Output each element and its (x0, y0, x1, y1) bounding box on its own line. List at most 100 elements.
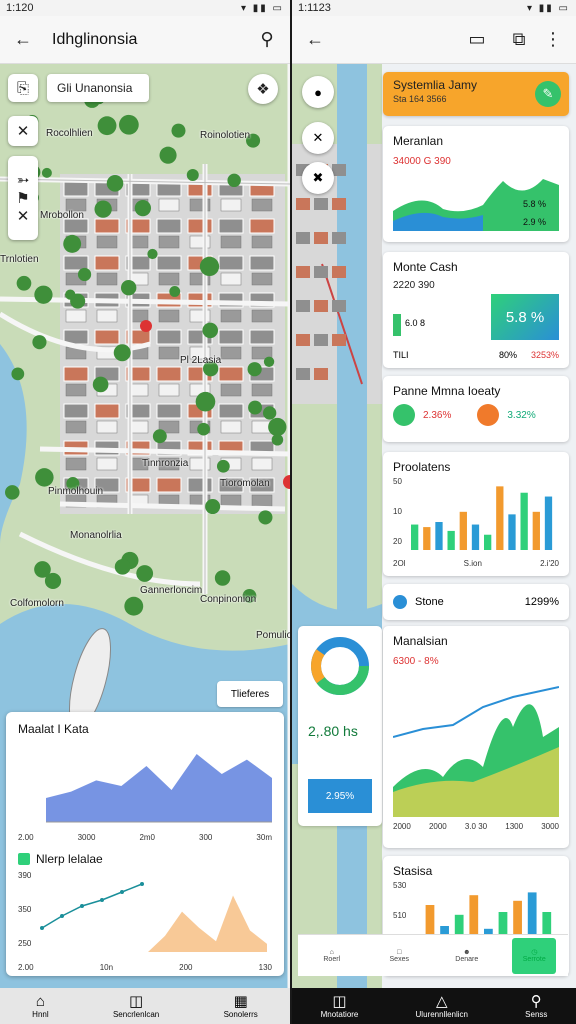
tree (63, 234, 82, 253)
card-proolatens: Proolatens 50 10 20 2Ol S.ion 2.i'20 (383, 452, 569, 576)
building (94, 329, 120, 345)
tab-home[interactable]: ⌂ Roerl (310, 938, 354, 974)
nav-home[interactable]: ⌂ Hnnl (32, 993, 48, 1019)
location-pin-icon[interactable]: ● (302, 76, 334, 108)
edit-icon[interactable]: ✎ (535, 81, 561, 107)
clock-icon: ◷ (531, 949, 538, 956)
tree (205, 498, 221, 515)
tab-serrote[interactable]: ◷ Serrote (512, 937, 557, 974)
back-arrow-icon[interactable]: ← (10, 27, 36, 53)
tree (35, 468, 54, 487)
building (314, 368, 328, 380)
bar (435, 522, 443, 550)
more-icon[interactable]: ⋮ (540, 27, 566, 53)
nav-3[interactable]: ⚲ Senss (525, 993, 547, 1019)
building (63, 218, 89, 234)
tick-label: 130 (258, 963, 272, 972)
building (96, 457, 118, 471)
building (296, 334, 310, 346)
building (187, 218, 213, 234)
building (96, 420, 118, 434)
building (94, 218, 120, 234)
monitor-icon: ◫ (332, 992, 347, 1010)
y-tick: 10 (393, 507, 402, 516)
tick-label: 3000 (77, 833, 96, 842)
share-icon[interactable]: ⧉ (506, 27, 532, 53)
pin-icon[interactable]: ⚑ (16, 189, 29, 207)
building (158, 235, 180, 249)
promo-banner[interactable]: Systemlia Jamy Sta 164 3566 ✎ (383, 72, 569, 116)
tree (199, 256, 220, 277)
tick-label: 2000 (393, 822, 411, 831)
measure-icon[interactable]: ✕ (302, 122, 334, 154)
building (65, 383, 87, 397)
y-tick: 530 (393, 881, 407, 890)
building (218, 366, 244, 382)
square-icon: □ (397, 948, 402, 956)
layers-icon[interactable]: ⎘ (8, 74, 38, 102)
tick-label: 200 (179, 963, 193, 972)
measure-icon[interactable]: ✕ (8, 116, 38, 146)
tab-denare[interactable]: ☻ Denare (445, 938, 489, 974)
building (251, 198, 273, 212)
building (296, 198, 310, 210)
card-stone[interactable]: Stone 1299% (383, 584, 569, 620)
tree (216, 459, 230, 473)
compass-icon[interactable]: ❖ (248, 74, 278, 104)
building (65, 309, 87, 323)
app-bar: ← ▭ ⧉ ⋮ (292, 16, 576, 64)
cross-icon[interactable]: ✕ (17, 207, 30, 225)
tree (92, 376, 109, 393)
tick-label: 2.00 (18, 833, 34, 842)
tree (258, 510, 273, 525)
flask-icon: △ (436, 992, 448, 1010)
nav-settings[interactable]: ▦ Sonolerrs (224, 993, 258, 1019)
building (220, 272, 242, 286)
big-stat: 5.8 % (491, 294, 559, 340)
bar (459, 511, 467, 550)
tree (11, 367, 25, 381)
status-bar: 1:1123 ▾ ▮▮ ▭ (292, 0, 576, 16)
tree (136, 565, 154, 582)
mini-map[interactable] (292, 64, 382, 988)
route-tools[interactable]: ➳ ⚑ ✕ (8, 156, 38, 240)
chart6-xticks: 2000 2000 3.0 30 1300 3000 (393, 822, 559, 831)
bar (544, 496, 553, 550)
tree (120, 279, 137, 296)
map-label: Roinolotien (200, 130, 251, 141)
tree (248, 400, 263, 415)
nav-1[interactable]: ◫ Mnotatiore (321, 992, 359, 1019)
building (158, 309, 180, 323)
nav-2[interactable]: △ Ulurennllenlicn (416, 992, 468, 1019)
building (296, 266, 310, 278)
map-legend-button[interactable]: Tlieferes (217, 681, 283, 707)
bar (423, 527, 431, 550)
building (220, 420, 242, 434)
building (249, 329, 275, 345)
building (156, 255, 182, 271)
line-chart: 390 350 250 (18, 871, 267, 952)
building (63, 366, 89, 382)
tick-label: 2m0 (139, 833, 155, 842)
tree (169, 286, 181, 297)
left-stat-card: 2,.80 hs 2.95% (298, 626, 382, 826)
tree (152, 429, 167, 444)
building (65, 420, 87, 434)
nav-search[interactable]: ◫ Sencrlenlcan (113, 993, 159, 1019)
combo-chart (392, 686, 560, 817)
status-bar: 1:120 ▾ ▮▮ ▭ (0, 0, 290, 16)
tab-sexes[interactable]: □ Sexes (377, 938, 421, 974)
building (251, 272, 273, 286)
point (80, 904, 84, 908)
tick-label: 3000 (541, 822, 559, 831)
tree (214, 570, 231, 586)
y-tick: 50 (393, 477, 402, 486)
back-arrow-icon[interactable]: ← (302, 27, 328, 53)
tick-label: 2Ol (393, 559, 406, 568)
route-icon[interactable]: ➳ (17, 171, 30, 189)
search-icon[interactable]: ⚲ (254, 27, 280, 53)
cross-icon[interactable]: ✖ (302, 162, 334, 194)
bottom-nav: ◫ Mnotatiore △ Ulurennllenlicn ⚲ Senss (292, 988, 576, 1024)
window-icon[interactable]: ▭ (464, 27, 490, 53)
map-search-pill[interactable]: Gli Unanonsia (47, 74, 149, 102)
